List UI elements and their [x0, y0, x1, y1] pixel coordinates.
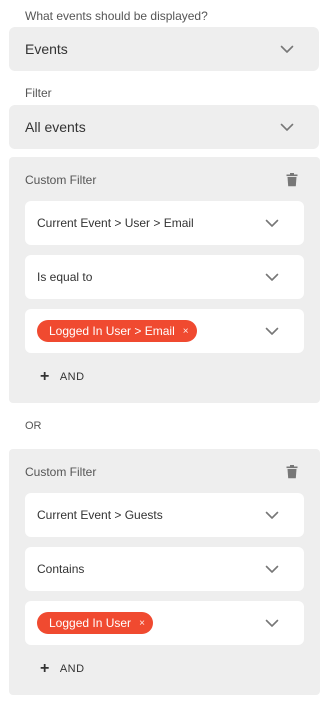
- plus-icon: +: [40, 368, 50, 385]
- filter-select-value: All events: [25, 119, 86, 135]
- close-icon[interactable]: ×: [183, 326, 189, 337]
- filter-select[interactable]: All events: [9, 105, 319, 149]
- chevron-down-icon: [265, 565, 279, 574]
- custom-filter-title: Custom Filter: [25, 173, 97, 187]
- custom-filter-panel: Custom Filter Current Event > Guests Con…: [9, 449, 320, 695]
- add-and-label: AND: [59, 663, 85, 675]
- value-chip-label: Logged In User > Email: [49, 324, 175, 338]
- chevron-down-icon: [265, 327, 279, 336]
- operator-select[interactable]: Is equal to: [25, 255, 304, 299]
- chevron-down-icon: [265, 219, 279, 228]
- or-label: OR: [25, 420, 42, 432]
- plus-icon: +: [40, 660, 50, 677]
- filter-label: Filter: [25, 86, 52, 100]
- add-and-label: AND: [59, 371, 85, 383]
- operator-select[interactable]: Contains: [25, 547, 304, 591]
- events-select[interactable]: Events: [9, 27, 319, 71]
- chevron-down-icon: [265, 511, 279, 520]
- value-chip[interactable]: Logged In User ×: [37, 612, 153, 634]
- custom-filter-panel: Custom Filter Current Event > User > Ema…: [9, 157, 320, 403]
- events-question-label: What events should be displayed?: [25, 9, 208, 23]
- field-select[interactable]: Current Event > User > Email: [25, 201, 304, 245]
- operator-select-value: Contains: [37, 562, 85, 576]
- value-select[interactable]: Logged In User ×: [25, 601, 304, 645]
- trash-icon[interactable]: [286, 173, 298, 187]
- chevron-down-icon: [280, 123, 294, 132]
- chevron-down-icon: [265, 273, 279, 282]
- field-select[interactable]: Current Event > Guests: [25, 493, 304, 537]
- value-chip[interactable]: Logged In User > Email ×: [37, 320, 197, 342]
- operator-select-value: Is equal to: [37, 270, 93, 284]
- custom-filter-title: Custom Filter: [25, 465, 97, 479]
- value-select[interactable]: Logged In User > Email ×: [25, 309, 304, 353]
- trash-icon[interactable]: [286, 465, 298, 479]
- close-icon[interactable]: ×: [139, 618, 145, 629]
- field-select-value: Current Event > Guests: [37, 508, 163, 522]
- field-select-value: Current Event > User > Email: [37, 216, 194, 230]
- add-and-button[interactable]: + AND: [40, 661, 85, 677]
- chevron-down-icon: [280, 45, 294, 54]
- chevron-down-icon: [265, 619, 279, 628]
- events-select-value: Events: [25, 41, 68, 57]
- add-and-button[interactable]: + AND: [40, 369, 85, 385]
- value-chip-label: Logged In User: [49, 616, 132, 630]
